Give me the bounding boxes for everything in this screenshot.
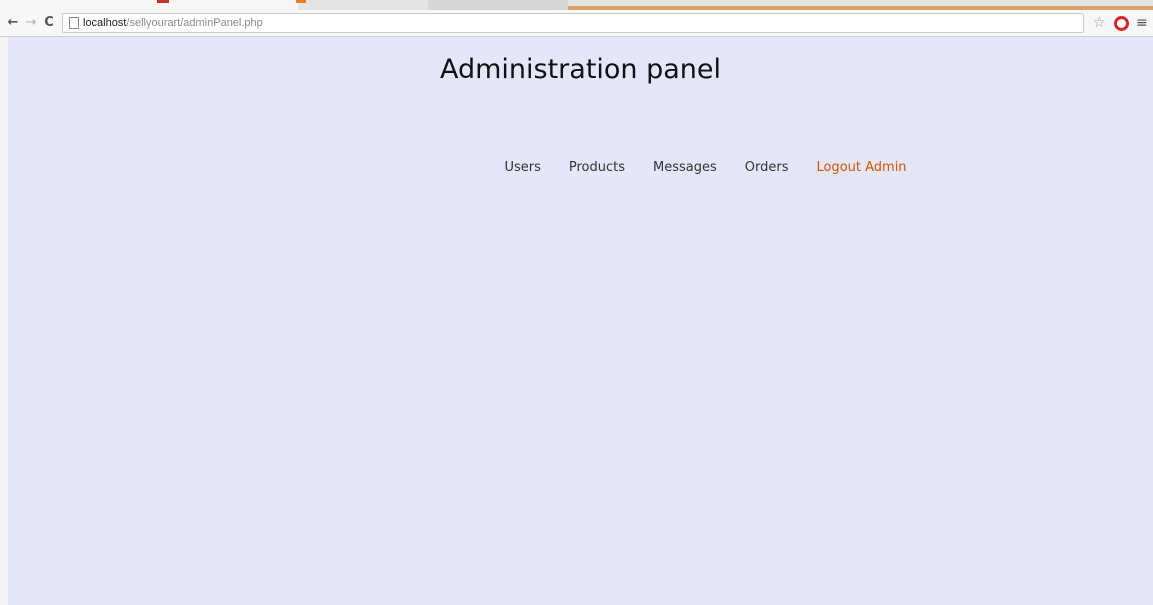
address-bar-url: localhost/sellyourart/adminPanel.php — [83, 14, 263, 32]
back-arrow-icon[interactable]: ← — [6, 13, 20, 33]
page-icon — [69, 17, 79, 29]
hamburger-menu-icon[interactable]: ≡ — [1136, 14, 1148, 32]
browser-toolbar: ← → C localhost/sellyourart/adminPanel.p… — [0, 10, 1153, 37]
nav-link-orders[interactable]: Orders — [745, 158, 789, 178]
nav-link-messages[interactable]: Messages — [653, 158, 717, 178]
url-path: /sellyourart/adminPanel.php — [126, 17, 263, 29]
logout-admin-link[interactable]: Logout Admin — [816, 158, 906, 178]
admin-nav: Users Products Messages Orders Logout Ad… — [8, 158, 1153, 178]
opera-icon[interactable] — [1114, 16, 1129, 31]
nav-link-users[interactable]: Users — [504, 158, 540, 178]
page-title: Administration panel — [439, 54, 722, 85]
tab-favicon-mark — [296, 0, 306, 3]
page-viewport: Administration panel Users Products Mess… — [8, 37, 1153, 605]
forward-arrow-icon[interactable]: → — [24, 13, 38, 33]
window-left-edge — [0, 37, 8, 605]
nav-link-products[interactable]: Products — [569, 158, 625, 178]
tab-favicon-mark — [157, 0, 169, 3]
browser-window: ← → C localhost/sellyourart/adminPanel.p… — [0, 0, 1153, 605]
star-icon[interactable]: ☆ — [1093, 14, 1106, 32]
address-bar[interactable]: localhost/sellyourart/adminPanel.php — [62, 13, 1084, 33]
reload-icon[interactable]: C — [42, 13, 56, 33]
tab-strip — [0, 0, 1153, 11]
url-host: localhost — [83, 17, 127, 29]
tab-inactive[interactable] — [428, 0, 568, 10]
